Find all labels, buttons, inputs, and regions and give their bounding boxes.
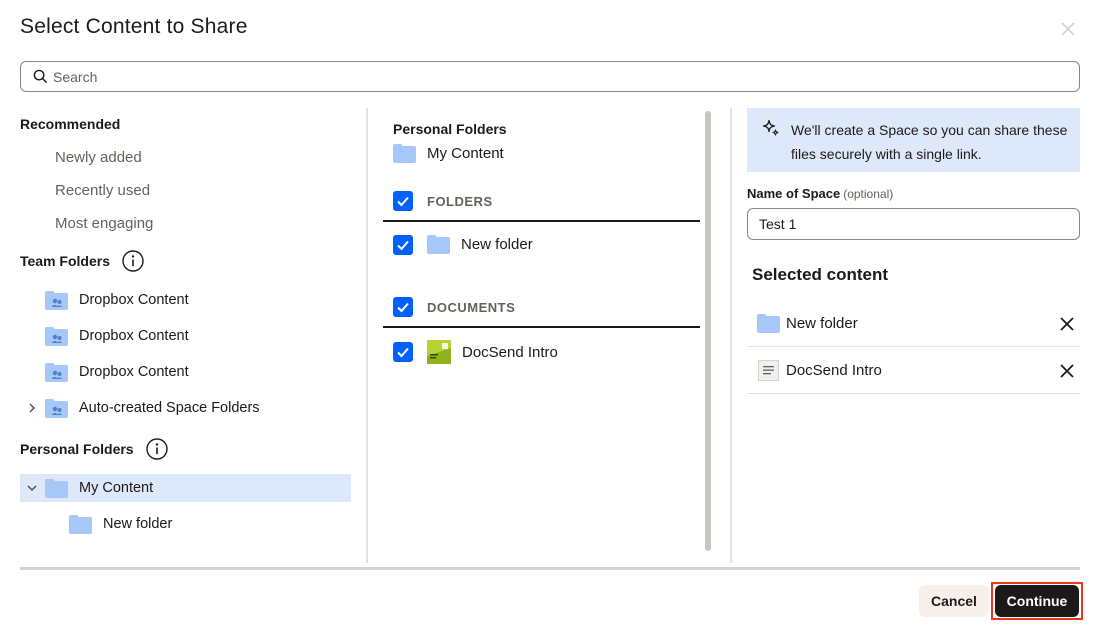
recommended-item-newly-added[interactable]: Newly added	[55, 149, 142, 166]
folders-group-label: FOLDERS	[427, 194, 493, 209]
cancel-button[interactable]: Cancel	[919, 585, 989, 617]
folder-icon	[757, 314, 780, 333]
middle-header: Personal Folders	[393, 121, 507, 137]
info-banner: We'll create a Space so you can share th…	[747, 108, 1080, 172]
team-folder-item-auto-created[interactable]: Auto-created Space Folders	[20, 394, 351, 422]
column-divider	[730, 108, 732, 563]
sparkle-icon	[762, 119, 779, 136]
folder-icon	[69, 514, 92, 534]
optional-hint: (optional)	[843, 187, 894, 201]
documents-select-all-checkbox[interactable]	[393, 297, 413, 317]
info-banner-text: We'll create a Space so you can share th…	[791, 122, 1068, 162]
info-icon[interactable]	[122, 250, 144, 272]
personal-folder-new-folder[interactable]: New folder	[20, 510, 351, 538]
folder-label: New folder	[103, 516, 173, 532]
document-icon	[758, 360, 779, 381]
info-icon[interactable]	[145, 438, 168, 460]
current-folder: My Content	[393, 144, 504, 163]
search-box[interactable]	[20, 61, 1080, 92]
team-folder-item[interactable]: Dropbox Content	[20, 358, 351, 386]
team-folder-label: Dropbox Content	[79, 328, 189, 344]
folder-icon	[427, 235, 450, 254]
close-icon[interactable]	[1059, 20, 1077, 38]
scrollbar-thumb[interactable]	[705, 111, 711, 551]
team-folder-label: Dropbox Content	[79, 292, 189, 308]
folder-label: My Content	[79, 480, 154, 496]
continue-button[interactable]: Continue	[995, 585, 1079, 617]
current-folder-label: My Content	[427, 145, 504, 162]
name-of-space-input[interactable]	[747, 208, 1080, 240]
team-folder-label: Dropbox Content	[79, 364, 189, 380]
documents-group-label: DOCUMENTS	[427, 300, 516, 315]
group-divider	[383, 326, 700, 328]
checkmark-icon	[397, 302, 409, 313]
remove-icon[interactable]	[1059, 363, 1075, 379]
document-row[interactable]: DocSend Intro	[427, 340, 558, 364]
personal-folder-my-content[interactable]: My Content	[20, 474, 351, 502]
search-icon	[33, 69, 48, 84]
folder-label: New folder	[461, 236, 533, 253]
team-folder-item[interactable]: Dropbox Content	[20, 322, 351, 350]
recommended-item-most-engaging[interactable]: Most engaging	[55, 215, 153, 232]
team-folders-header: Team Folders	[20, 253, 110, 269]
left-navigation: Recommended Newly added Recently used Mo…	[20, 108, 351, 563]
name-of-space-label: Name of Space (optional)	[747, 186, 893, 201]
team-folder-icon	[45, 362, 68, 382]
document-checkbox[interactable]	[393, 342, 413, 362]
group-divider	[383, 220, 700, 222]
dialog-title: Select Content to Share	[20, 15, 248, 38]
folders-select-all-checkbox[interactable]	[393, 191, 413, 211]
team-folder-icon	[45, 326, 68, 346]
document-label: DocSend Intro	[462, 343, 558, 361]
folder-row[interactable]: New folder	[427, 235, 533, 254]
personal-folders-header: Personal Folders	[20, 441, 134, 457]
document-thumbnail-icon	[427, 340, 451, 364]
selected-item-label: New folder	[786, 315, 858, 332]
folder-contents: Personal Folders My Content FOLDERS New …	[368, 108, 718, 563]
team-folders-section: Team Folders	[20, 250, 144, 272]
recommended-header: Recommended	[20, 116, 121, 132]
remove-icon[interactable]	[1059, 316, 1075, 332]
team-folder-label: Auto-created Space Folders	[79, 400, 260, 416]
checkmark-icon	[397, 347, 409, 358]
chevron-right-icon[interactable]	[26, 402, 38, 414]
search-input[interactable]	[53, 68, 1079, 85]
footer-divider	[20, 567, 1080, 570]
folder-checkbox[interactable]	[393, 235, 413, 255]
selected-item-label: DocSend Intro	[786, 362, 882, 379]
selected-item: DocSend Intro	[747, 347, 1080, 394]
team-folder-icon	[45, 398, 68, 418]
team-folder-item[interactable]: Dropbox Content	[20, 286, 351, 314]
recommended-item-recently-used[interactable]: Recently used	[55, 182, 150, 199]
checkmark-icon	[397, 196, 409, 207]
name-of-space-label-text: Name of Space	[747, 186, 841, 201]
selected-content-header: Selected content	[752, 265, 889, 284]
selected-item: New folder	[747, 300, 1080, 347]
folder-icon	[45, 478, 68, 498]
folder-icon	[393, 144, 416, 163]
personal-folders-section: Personal Folders	[20, 438, 168, 460]
space-details-panel: We'll create a Space so you can share th…	[747, 108, 1080, 563]
chevron-down-icon[interactable]	[26, 482, 38, 494]
team-folder-icon	[45, 290, 68, 310]
checkmark-icon	[397, 240, 409, 251]
